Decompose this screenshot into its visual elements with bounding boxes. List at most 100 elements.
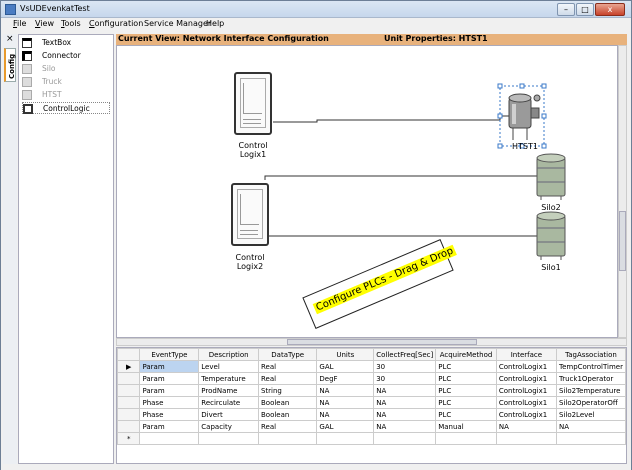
column-header[interactable]: EventType (139, 348, 200, 361)
table-cell[interactable]: Temperature (198, 372, 259, 385)
table-cell[interactable]: NA (495, 420, 557, 433)
table-cell[interactable]: Level (198, 360, 259, 373)
table-cell[interactable]: Phase (139, 408, 200, 421)
table-cell[interactable] (257, 432, 318, 445)
vertical-scroll-thumb[interactable] (619, 211, 626, 271)
plc-controllogix1[interactable] (234, 72, 272, 135)
minimize-button[interactable]: – (557, 3, 575, 16)
resize-handle-t[interactable] (519, 83, 525, 89)
table-row[interactable]: Param Capacity Real GAL NA Manual NA NA (117, 420, 626, 433)
tab-config[interactable]: Config (4, 48, 16, 82)
tool-truck[interactable]: Truck (22, 76, 110, 88)
table-cell[interactable]: ProdName (198, 384, 259, 397)
tool-connector[interactable]: Connector (22, 50, 110, 62)
menu-file[interactable]: File (13, 19, 26, 28)
table-cell[interactable]: Phase (139, 396, 200, 409)
tool-htst[interactable]: HTST (22, 89, 110, 101)
table-cell[interactable] (435, 432, 497, 445)
table-cell[interactable]: PLC (435, 372, 497, 385)
column-header[interactable]: Description (198, 348, 259, 361)
row-indicator[interactable] (117, 372, 141, 385)
tool-controllogic[interactable]: ControlLogic (22, 102, 110, 114)
table-cell[interactable]: Silo2OperatorOff (555, 396, 626, 409)
table-cell[interactable]: Param (139, 420, 200, 433)
table-cell[interactable]: PLC (435, 360, 497, 373)
table-cell[interactable]: Truck1Operator (555, 372, 626, 385)
resize-handle-tr[interactable] (541, 83, 547, 89)
silo2-tank-icon[interactable] (536, 153, 566, 200)
table-cell[interactable]: Recirculate (198, 396, 259, 409)
row-indicator[interactable] (117, 408, 141, 421)
column-header[interactable]: Interface (495, 348, 557, 361)
tool-textbox[interactable]: TextBox (22, 37, 110, 49)
new-row[interactable]: * (117, 432, 626, 445)
resize-handle-l[interactable] (497, 113, 503, 119)
close-panel-icon[interactable]: × (6, 34, 14, 44)
menu-help[interactable]: Help (206, 19, 224, 28)
column-header[interactable]: TagAssociation (555, 348, 626, 361)
table-cell[interactable]: NA (373, 420, 437, 433)
resize-handle-r[interactable] (541, 113, 547, 119)
row-indicator[interactable] (117, 396, 141, 409)
table-cell[interactable] (555, 432, 626, 445)
table-cell[interactable]: Boolean (257, 408, 318, 421)
table-cell[interactable]: NA (555, 420, 626, 433)
table-cell[interactable]: ControlLogix1 (495, 396, 557, 409)
table-cell[interactable]: Real (257, 360, 318, 373)
table-cell[interactable]: Divert (198, 408, 259, 421)
table-cell[interactable] (139, 432, 200, 445)
column-header[interactable]: AcquireMethod (435, 348, 497, 361)
table-cell[interactable]: PLC (435, 408, 497, 421)
table-cell[interactable]: Manual (435, 420, 497, 433)
table-cell[interactable]: Param (139, 384, 200, 397)
table-cell[interactable]: Param (139, 372, 200, 385)
table-cell[interactable]: Silo2Temperature (555, 384, 626, 397)
row-indicator[interactable] (117, 420, 141, 433)
table-cell[interactable] (495, 432, 557, 445)
table-cell[interactable]: NA (316, 384, 375, 397)
table-cell[interactable]: DegF (316, 372, 375, 385)
menu-view[interactable]: View (35, 19, 54, 28)
column-header[interactable]: Units (316, 348, 375, 361)
table-cell[interactable]: Real (257, 420, 318, 433)
silo1-tank-icon[interactable] (536, 211, 566, 260)
plc-controllogix2[interactable] (231, 183, 269, 246)
column-header[interactable]: CollectFreq[Sec] (373, 348, 437, 361)
table-cell[interactable]: ControlLogix1 (495, 408, 557, 421)
table-cell[interactable]: Boolean (257, 396, 318, 409)
table-cell[interactable]: ControlLogix1 (495, 372, 557, 385)
table-cell[interactable]: Silo2Level (555, 408, 626, 421)
table-cell[interactable]: NA (373, 384, 437, 397)
table-cell[interactable]: GAL (316, 360, 375, 373)
resize-handle-tl[interactable] (497, 83, 503, 89)
row-indicator[interactable]: ▶ (117, 360, 141, 373)
canvas-horizontal-scrollbar[interactable] (116, 338, 627, 346)
table-row[interactable]: Phase Divert Boolean NA NA PLC ControlLogix1 Si… (117, 408, 626, 421)
table-cell[interactable]: 30 (373, 360, 437, 373)
table-cell[interactable]: NA (316, 396, 375, 409)
table-row[interactable]: Param ProdName String NA NA PLC ControlLogix1 S… (117, 384, 626, 397)
table-cell[interactable]: NA (373, 408, 437, 421)
table-cell[interactable] (316, 432, 375, 445)
resize-handle-bl[interactable] (497, 143, 503, 149)
table-cell[interactable]: NA (373, 396, 437, 409)
table-cell[interactable]: NA (316, 408, 375, 421)
table-cell[interactable]: Real (257, 372, 318, 385)
table-cell[interactable]: Capacity (198, 420, 259, 433)
table-cell[interactable]: ControlLogix1 (495, 384, 557, 397)
table-row[interactable]: Param Temperature Real DegF 30 PLC ControlLogi… (117, 372, 626, 385)
table-row[interactable]: Phase Recirculate Boolean NA NA PLC ControlLog… (117, 396, 626, 409)
table-cell[interactable] (373, 432, 437, 445)
row-indicator[interactable] (117, 384, 141, 397)
horizontal-scroll-thumb[interactable] (287, 339, 477, 345)
close-button[interactable]: x (595, 3, 625, 16)
canvas-vertical-scrollbar[interactable] (618, 45, 627, 338)
table-cell[interactable]: String (257, 384, 318, 397)
column-header[interactable]: DataType (257, 348, 318, 361)
menu-service-manager[interactable]: Service Manager (144, 19, 211, 28)
table-cell[interactable]: GAL (316, 420, 375, 433)
tool-silo[interactable]: Silo (22, 63, 110, 75)
table-cell[interactable]: PLC (435, 396, 497, 409)
table-cell[interactable]: PLC (435, 384, 497, 397)
table-row[interactable]: ▶ Param Level Real GAL 30 PLC ControlLogix1 Temp… (117, 360, 626, 373)
